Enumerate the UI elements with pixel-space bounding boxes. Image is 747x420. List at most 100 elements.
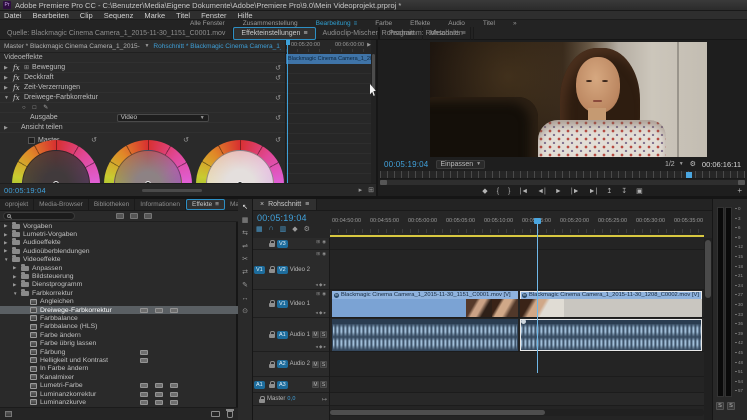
delete-icon[interactable] — [227, 411, 233, 418]
tree-audiouberblendungen[interactable]: ▶ Audioüberblendungen — [0, 247, 238, 255]
new-custom-bin-icon[interactable] — [211, 411, 220, 417]
work-area-bar[interactable] — [330, 235, 704, 237]
tree-luminanzkorrektur[interactable]: Luminanzkorrektur — [0, 390, 238, 398]
scroll-handle[interactable] — [330, 410, 545, 415]
fx-badge-icon[interactable]: fx — [13, 74, 21, 82]
ellipse-mask-tool[interactable]: ○ — [22, 105, 26, 111]
timeline-playhead[interactable] — [537, 221, 538, 373]
twirl-arrow-icon[interactable]: ▶ — [4, 223, 9, 229]
menu-item[interactable]: Bearbeiten — [33, 11, 69, 20]
twirl-arrow-icon[interactable]: ▶ — [13, 274, 18, 280]
program-zoom-scrollbar[interactable] — [380, 180, 745, 185]
timeline-vscrollbar[interactable] — [704, 238, 712, 420]
solo-button[interactable]: S — [716, 402, 724, 410]
timeline-hscrollbar[interactable] — [330, 409, 704, 416]
program-playhead[interactable] — [686, 172, 692, 178]
tree-vorgaben[interactable]: ▶ Vorgaben — [0, 222, 238, 230]
32bit-effects-filter[interactable] — [130, 213, 138, 219]
track-target-v2[interactable]: V2 — [277, 266, 288, 274]
track-header-v2[interactable]: V1 V2 Video 2 ⊞◉ ◂ ◆ ▸ — [253, 250, 329, 290]
playback-resolution-dropdown[interactable]: 1/2 ▼ — [665, 161, 684, 168]
button-editor-plus[interactable]: + — [737, 186, 742, 195]
sequence-clip-label[interactable]: Rohschnitt * Blackmagic Cinema Camera_1_… — [153, 43, 281, 50]
split-view-row[interactable]: ▶ Ansicht teilen — [0, 123, 285, 133]
lock-icon[interactable] — [259, 399, 265, 403]
track-header-a2[interactable]: A2 Audio 2 M S — [253, 352, 329, 377]
program-scrubber[interactable] — [380, 171, 745, 179]
reset-effect-icon[interactable]: ↺ — [275, 94, 281, 102]
track-name[interactable]: Audio 1 — [290, 332, 310, 338]
search-input[interactable] — [3, 212, 75, 220]
track-a2[interactable] — [330, 352, 704, 377]
lock-icon[interactable] — [269, 243, 275, 247]
track-output-eye-icon[interactable]: ◉ — [322, 239, 326, 245]
track-target-v1[interactable]: V1 — [277, 300, 288, 308]
step-back-button[interactable]: ◄| — [537, 188, 546, 195]
track-header-a3[interactable]: A1 A3 M S — [253, 377, 329, 393]
ecp-play-icon[interactable]: ▸ — [359, 186, 363, 194]
menu-item[interactable]: Clip — [80, 11, 93, 20]
lock-icon[interactable] — [269, 334, 275, 338]
twirl-arrow-icon[interactable]: ▶ — [13, 282, 18, 288]
list-view-icon[interactable] — [5, 411, 12, 417]
sync-lock-icon[interactable]: ⊞ — [316, 239, 320, 245]
workspace-alle-fenster[interactable]: Alle Fenster — [190, 20, 225, 27]
effect-controls-timecode[interactable]: 00:05:19:04 — [4, 186, 46, 195]
twirl-arrow-icon[interactable]: ▼ — [13, 291, 18, 296]
keyframe-nav-icons[interactable]: ◂ ◆ ▸ — [316, 282, 326, 288]
twirl-arrow-icon[interactable]: ▶ — [4, 232, 9, 238]
track-target-a1[interactable]: A1 — [277, 331, 288, 339]
effect-dreiwege-farbkorrektur[interactable]: ▼ fx ⊞ Dreiwege-Farbkorrektur ↺ — [0, 93, 285, 103]
menu-item[interactable]: Sequenz — [104, 11, 134, 20]
timeline-settings-icon[interactable]: ⚙ — [304, 225, 310, 233]
fx-badge-icon[interactable]: fx — [13, 94, 21, 102]
reset-effect-icon[interactable]: ↺ — [275, 64, 281, 72]
go-to-out-button[interactable]: ►| — [589, 188, 598, 195]
tree-anpassen[interactable]: ▶ Anpassen — [0, 264, 238, 272]
tree-in-farbe-andern[interactable]: In Farbe ändern — [0, 365, 238, 373]
tree-dreiwege-farbkorrektur[interactable]: Dreiwege-Farbkorrektur — [0, 306, 238, 314]
source-patch-a1[interactable]: A1 — [254, 381, 265, 389]
lift-button[interactable]: ↥ — [606, 187, 612, 195]
twirl-arrow-icon[interactable]: ▼ — [4, 95, 10, 101]
tab-bibliotheken[interactable]: Bibliotheken — [89, 199, 135, 210]
tree-farbe-andern[interactable]: Farbe ändern — [0, 331, 238, 339]
keyframe-nav-icons[interactable]: ◂ ◆ ▸ — [316, 310, 326, 316]
zoom-tool[interactable]: ⊙ — [242, 308, 248, 315]
effect-bewegung[interactable]: ▶ fx ⊞ Bewegung ↺ — [0, 63, 285, 73]
tree-helligkeit-kontrast[interactable]: Helligkeit und Kontrast — [0, 356, 238, 364]
mini-timeline-clip[interactable]: Blackmagic Cinema Camera_1_2015-11- — [286, 54, 372, 64]
solo-button[interactable]: S — [320, 331, 327, 338]
hand-tool[interactable]: ↔ — [242, 295, 249, 302]
audio-clip-2-selected[interactable] — [520, 319, 702, 351]
play-button[interactable]: ► — [555, 188, 562, 195]
timeline-ruler[interactable]: 00:04:50:0000:04:55:0000:05:00:0000:05:0… — [330, 211, 704, 238]
slip-tool[interactable]: ⇄ — [242, 269, 248, 276]
workspace-effekte[interactable]: Effekte — [410, 20, 430, 27]
twirl-arrow-icon[interactable]: ▶ — [4, 65, 10, 71]
tree-lumetri-farbe[interactable]: Lumetri-Farbe — [0, 381, 238, 389]
tab-media-browser[interactable]: Media-Browser — [34, 199, 89, 210]
razor-tool[interactable]: ✂ — [242, 256, 248, 263]
tree-dienstprogramm[interactable]: ▶ Dienstprogramm — [0, 281, 238, 289]
track-a3[interactable] — [330, 377, 704, 393]
insert-overwrite-icon[interactable]: ▦ — [256, 225, 263, 233]
pen-tool[interactable]: ✎ — [242, 282, 248, 289]
lock-icon[interactable] — [269, 303, 275, 307]
keyframe-nav-icons[interactable]: ◂ ◆ ▸ — [316, 344, 326, 350]
workspace-overflow[interactable]: » — [513, 20, 517, 27]
lock-icon[interactable] — [269, 384, 275, 388]
workspace-audio[interactable]: Audio — [448, 20, 465, 27]
lock-icon[interactable] — [269, 269, 275, 273]
ecp-keyframe-icon[interactable]: ⊞ — [368, 186, 374, 194]
track-header-master[interactable]: Master 0,0 ↦ — [253, 393, 329, 406]
add-marker-icon[interactable]: ◆ — [292, 225, 297, 233]
mark-out-button[interactable]: } — [508, 188, 510, 195]
twirl-arrow-icon[interactable]: ▶ — [4, 75, 10, 81]
tree-farbung[interactable]: Färbung — [0, 348, 238, 356]
polygon-mask-tool[interactable]: □ — [33, 105, 37, 111]
mute-button[interactable]: M — [312, 361, 319, 368]
tree-lumetri-vorgaben[interactable]: ▶ Lumetri-Vorgaben — [0, 230, 238, 238]
step-forward-button[interactable]: |► — [571, 188, 580, 195]
workspace-farbe[interactable]: Farbe — [375, 20, 392, 27]
